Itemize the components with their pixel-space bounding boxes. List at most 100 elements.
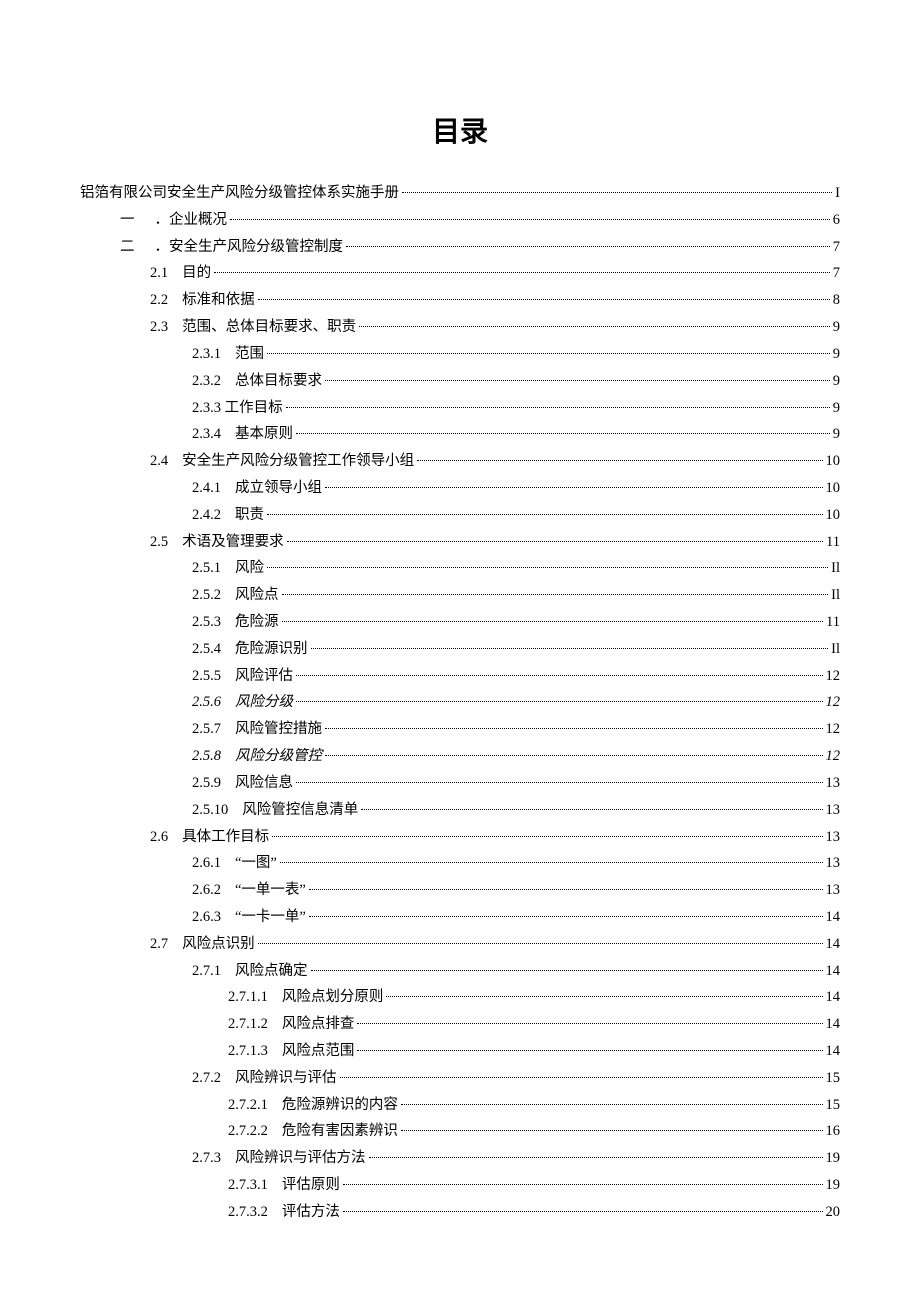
- toc-leader-dots: [296, 701, 823, 702]
- toc-entry-text: 风险管控信息清单: [242, 802, 358, 818]
- toc-entry-label: 2.3.4基本原则: [192, 421, 293, 448]
- toc-leader-dots: [357, 1023, 822, 1024]
- toc-leader-dots: [296, 433, 830, 434]
- toc-entry-number: 2.5.9: [192, 770, 221, 797]
- toc-entry-label: 2.7.1.1风险点划分原则: [228, 984, 383, 1011]
- toc-entry-number: 2.7: [150, 931, 168, 958]
- toc-entry-label: 2.7.1.2风险点排查: [228, 1011, 354, 1038]
- toc-entry-text: 2.3.3 工作目标: [192, 400, 283, 416]
- toc-entry-label: 2.7.2.1危险源辨识的内容: [228, 1092, 398, 1119]
- toc-entry-label: 2.5术语及管理要求: [150, 529, 284, 556]
- toc-leader-dots: [272, 836, 822, 837]
- toc-entry-text: 风险分级: [235, 694, 293, 710]
- toc-entry-number: 2.5.5: [192, 663, 221, 690]
- toc-leader-dots: [325, 755, 823, 756]
- toc-entry-page: 20: [826, 1199, 841, 1226]
- toc-entry-text: 危险有害因素辨识: [282, 1123, 398, 1139]
- toc-entry-page: 14: [826, 958, 841, 985]
- toc-leader-dots: [401, 1104, 823, 1105]
- toc-entry-page: Il: [831, 582, 840, 609]
- toc-entry-label: 2.4.1成立领导小组: [192, 475, 322, 502]
- toc-entry: 2.1目的7: [80, 260, 840, 287]
- toc-entry-page: 13: [826, 850, 841, 877]
- toc-entry-text: “一图”: [235, 855, 277, 871]
- toc-entry: 2.6.2 “一单一表” 13: [80, 877, 840, 904]
- toc-leader-dots: [386, 996, 822, 997]
- toc-entry-page: 9: [833, 368, 840, 395]
- toc-entry-text: 具体工作目标: [182, 829, 269, 845]
- toc-entry-page: 15: [826, 1092, 841, 1119]
- toc-entry: 2.5.10风险管控信息清单13: [80, 797, 840, 824]
- toc-entry-page: 19: [826, 1145, 841, 1172]
- toc-entry: 2.7.1.2风险点排查 14: [80, 1011, 840, 1038]
- toc-entry-text: 风险点识别: [182, 936, 255, 952]
- toc-entry: 2.4.2职责10: [80, 502, 840, 529]
- toc-leader-dots: [325, 380, 830, 381]
- toc-entry-page: 9: [833, 395, 840, 422]
- toc-entry: 2.7.1风险点确定14: [80, 958, 840, 985]
- toc-entry: 2.7.3.1评估原则19: [80, 1172, 840, 1199]
- toc-entry-text: 风险辨识与评估方法: [235, 1150, 366, 1166]
- toc-title: 目录: [80, 110, 840, 150]
- toc-entry-page: Il: [831, 555, 840, 582]
- toc-entry: 2.3.1范围 9: [80, 341, 840, 368]
- toc-entry-number: 2.7.1: [192, 958, 221, 985]
- toc-entry-number: 2.7.1.3: [228, 1038, 268, 1065]
- toc-entry-page: 13: [826, 877, 841, 904]
- toc-entry-label: 2.5.10风险管控信息清单: [192, 797, 358, 824]
- toc-entry-label: 铝箔有限公司安全生产风险分级管控体系实施手册: [80, 180, 399, 207]
- toc-entry-number: 二: [120, 234, 135, 261]
- toc-entry-page: 7: [833, 260, 840, 287]
- toc-entry-text: 评估原则: [282, 1177, 340, 1193]
- toc-leader-dots: [325, 487, 823, 488]
- toc-entry: 2.7.3.2评估方法20: [80, 1199, 840, 1226]
- toc-entry-number: 2.7.1.2: [228, 1011, 268, 1038]
- toc-entry-page: 9: [833, 341, 840, 368]
- toc-entry-page: 10: [826, 502, 841, 529]
- toc-entry-page: 12: [826, 689, 841, 716]
- toc-entry-number: 2.1: [150, 260, 168, 287]
- toc-entry-number: 一: [120, 207, 135, 234]
- toc-entry-page: 14: [826, 1011, 841, 1038]
- toc-entry-number: 2.7.2: [192, 1065, 221, 1092]
- toc-leader-dots: [309, 916, 823, 917]
- toc-leader-dots: [357, 1050, 822, 1051]
- toc-entry-number: 2.7.3: [192, 1145, 221, 1172]
- toc-entry-number: 2.4: [150, 448, 168, 475]
- toc-entry-page: 13: [826, 770, 841, 797]
- toc-entry-label: 2.3.1范围: [192, 341, 264, 368]
- toc-entry-label: 2.5.9风险信息: [192, 770, 293, 797]
- toc-entry: 铝箔有限公司安全生产风险分级管控体系实施手册I: [80, 180, 840, 207]
- toc-leader-dots: [343, 1184, 823, 1185]
- toc-entry-label: 2.5.1风险: [192, 555, 264, 582]
- toc-entry-page: Il: [831, 636, 840, 663]
- toc-entry-page: 10: [826, 448, 841, 475]
- toc-entry-text: 风险点范围: [282, 1043, 355, 1059]
- toc-entry-page: 9: [833, 421, 840, 448]
- toc-leader-dots: [267, 514, 823, 515]
- toc-leader-dots: [287, 541, 823, 542]
- toc-entry-text: 范围: [235, 346, 264, 362]
- toc-entry: 2.7.1.1风险点划分原则14: [80, 984, 840, 1011]
- toc-entry: 2.4安全生产风险分级管控工作领导小组10: [80, 448, 840, 475]
- toc-leader-dots: [311, 970, 823, 971]
- toc-entry-label: 2.7.1.3 风险点范围: [228, 1038, 354, 1065]
- toc-entry-number: 2.7.3.2: [228, 1199, 268, 1226]
- toc-entry: 2.5术语及管理要求11: [80, 529, 840, 556]
- toc-entry-number: 2.5.7: [192, 716, 221, 743]
- toc-entry-label: 2.5.6 风险分级: [192, 689, 293, 716]
- toc-entry-text: 风险评估: [235, 668, 293, 684]
- toc-entry: 2.7.3 风险辨识与评估方法 19: [80, 1145, 840, 1172]
- toc-entry-page: 14: [826, 931, 841, 958]
- toc-entry: 2.5.9风险信息 13: [80, 770, 840, 797]
- toc-entry-number: 2.5.6: [192, 689, 221, 716]
- toc-entry-page: 12: [826, 743, 841, 770]
- toc-entry-number: 2.7.2.2: [228, 1118, 268, 1145]
- toc-entry: 2.3范围、总体目标要求、职责9: [80, 314, 840, 341]
- toc-entry: 2.7.2风险辨识与评估15: [80, 1065, 840, 1092]
- toc-entry: 2.5.4危险源识别Il: [80, 636, 840, 663]
- toc-entry-text: “一单一表”: [235, 882, 306, 898]
- toc-entry: 2.7.2.1危险源辨识的内容 15: [80, 1092, 840, 1119]
- toc-leader-dots: [280, 862, 823, 863]
- toc-entry-number: 2.6.2: [192, 877, 221, 904]
